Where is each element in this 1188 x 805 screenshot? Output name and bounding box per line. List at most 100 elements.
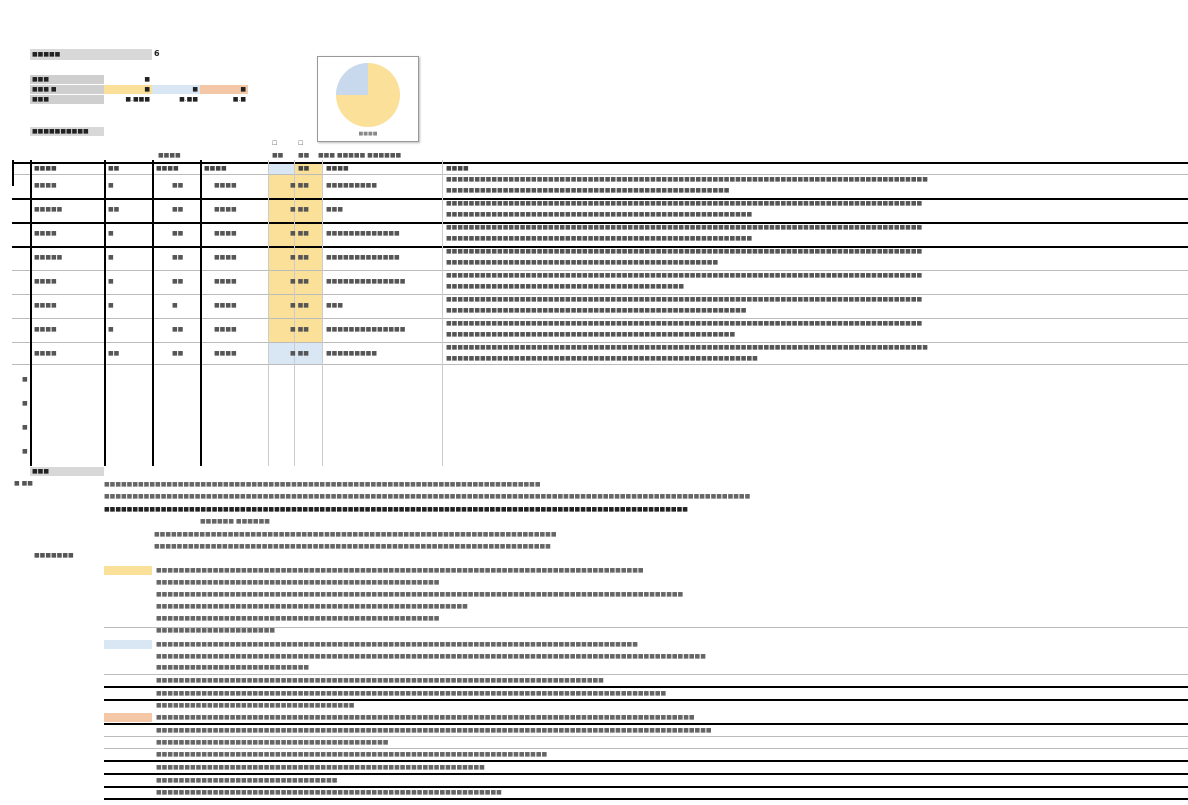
cell-description[interactable]: ■■■■■■■■■■■■■■■■■■■■■■■■■■■■■■■■■■■■■■■■…	[446, 344, 1186, 351]
cell-status[interactable]: ■ ■■	[290, 230, 309, 237]
cell-description[interactable]: ■■■■■■■■■■■■■■■■■■■■■■■■■■■■■■■■■■■■■■■■…	[446, 259, 1186, 266]
cell-description[interactable]: ■■■■■■■■■■■■■■■■■■■■■■■■■■■■■■■■■■■■■■■■…	[446, 283, 1186, 290]
checkbox-icon[interactable]: ☐	[298, 140, 303, 147]
cell-qty[interactable]: ■■	[172, 278, 183, 285]
column-header[interactable]: ■■	[298, 165, 309, 172]
cell-description[interactable]: ■■■■■■■■■■■■■■■■■■■■■■■■■■■■■■■■■■■■■■■■…	[446, 176, 1186, 183]
legend-cell-yellow: ■	[104, 85, 152, 94]
cell-name[interactable]: ■■■■■	[34, 206, 62, 213]
cell-qty[interactable]: ■■	[172, 206, 183, 213]
cell-qty[interactable]: ■■	[172, 254, 183, 261]
cell-status[interactable]: ■ ■■	[290, 302, 309, 309]
checkbox-icon[interactable]: ☐	[272, 140, 277, 147]
cell-name[interactable]: ■■■■■	[34, 254, 62, 261]
legend-row-label: ■■■	[30, 75, 104, 85]
cell-description[interactable]: ■■■■■■■■■■■■■■■■■■■■■■■■■■■■■■■■■■■■■■■■…	[446, 272, 1186, 279]
cell-code[interactable]: ■	[108, 182, 114, 189]
note-line: ■■■■■■■■■■■■■■■■■■■■■■■■■■■■■■■■■■■■■■■■…	[156, 714, 695, 721]
note-line: ■■■■■■■■■■■■■■■■■■■■■■■■■■■■■■■■■■■■■■■■…	[156, 739, 389, 746]
column-header[interactable]: ■■■■	[204, 165, 227, 172]
cell-date[interactable]: ■■■■	[214, 278, 237, 285]
cell-name[interactable]: ■■■■	[34, 278, 57, 285]
legend-cell: ■	[144, 76, 150, 83]
cell-qty[interactable]: ■■	[172, 182, 183, 189]
cell-status[interactable]: ■ ■■	[290, 254, 309, 261]
divider	[104, 686, 1188, 688]
note-line: ■■■■■■■■■■■■■■■■■■■■■■■■■■■■■■■■■■■■■■■■…	[156, 690, 667, 697]
cell-qty[interactable]: ■	[172, 302, 178, 309]
col-border	[200, 160, 202, 466]
cell-description[interactable]: ■■■■■■■■■■■■■■■■■■■■■■■■■■■■■■■■■■■■■■■■…	[446, 211, 1186, 218]
cell-description[interactable]: ■■■■■■■■■■■■■■■■■■■■■■■■■■■■■■■■■■■■■■■■…	[446, 200, 1186, 207]
cell-date[interactable]: ■■■■	[214, 326, 237, 333]
column-header[interactable]: ■■■■	[446, 165, 469, 172]
note-line: ■■■■■■■■■■■■■■■■■■■■■■■■■■■■■■■■■■■■■■■■…	[154, 531, 557, 538]
cell-code[interactable]: ■■	[108, 206, 119, 213]
cell-description[interactable]: ■■■■■■■■■■■■■■■■■■■■■■■■■■■■■■■■■■■■■■■■…	[446, 355, 1186, 362]
cell-date[interactable]: ■■■■	[214, 350, 237, 357]
cell-title[interactable]: ■■■■■■■■■	[326, 350, 438, 357]
cell-date[interactable]: ■■■■	[214, 254, 237, 261]
cell-qty[interactable]: ■■	[172, 230, 183, 237]
cell-description[interactable]: ■■■■■■■■■■■■■■■■■■■■■■■■■■■■■■■■■■■■■■■■…	[446, 224, 1186, 231]
column-header[interactable]: ■■	[108, 165, 119, 172]
cell-status[interactable]: ■ ■■	[290, 326, 309, 333]
cell-description[interactable]: ■■■■■■■■■■■■■■■■■■■■■■■■■■■■■■■■■■■■■■■■…	[446, 187, 1186, 194]
cell-code[interactable]: ■	[108, 254, 114, 261]
cell-description[interactable]: ■■■■■■■■■■■■■■■■■■■■■■■■■■■■■■■■■■■■■■■■…	[446, 331, 1186, 338]
cell-name[interactable]: ■■■■	[34, 350, 57, 357]
legend-cell-orange: ■	[200, 85, 248, 94]
cell-code[interactable]: ■	[108, 302, 114, 309]
cell-title[interactable]: ■■■■■■■■■■■■■	[326, 254, 438, 261]
cell-code[interactable]: ■	[108, 230, 114, 237]
cell-description[interactable]: ■■■■■■■■■■■■■■■■■■■■■■■■■■■■■■■■■■■■■■■■…	[446, 320, 1186, 327]
divider	[104, 798, 1188, 800]
cell-status[interactable]: ■ ■■	[290, 182, 309, 189]
cell-title[interactable]: ■■■■■■■■■■■■■■	[326, 278, 438, 285]
cell-description[interactable]: ■■■■■■■■■■■■■■■■■■■■■■■■■■■■■■■■■■■■■■■■…	[446, 296, 1186, 303]
cell-title[interactable]: ■■■■■■■■■	[326, 182, 438, 189]
cell-name[interactable]: ■■■■	[34, 302, 57, 309]
cell-description[interactable]: ■■■■■■■■■■■■■■■■■■■■■■■■■■■■■■■■■■■■■■■■…	[446, 235, 1186, 242]
cell-date[interactable]: ■■■■	[214, 302, 237, 309]
column-header[interactable]: ■■■■	[34, 165, 57, 172]
cell-qty[interactable]: ■■	[172, 350, 183, 357]
cell-code[interactable]: ■■	[108, 350, 119, 357]
pie-slice-blue	[336, 63, 368, 95]
cell-title[interactable]: ■■■	[326, 206, 438, 213]
note-line: ■■■■■■■■■■■■■■■■■■■■■■■■■■■■■■■■	[156, 777, 338, 784]
note-line: ■■■■■■■■■■■■■■■■■■■■■■■■■■■	[156, 664, 310, 671]
note-line: ■■■■■■■■■■■■■■■■■■■■■■■■■■■■■■■■■■■■■■■■…	[156, 727, 712, 734]
cell-status[interactable]: ■ ■■	[290, 350, 309, 357]
cell-title[interactable]: ■■■	[326, 302, 438, 309]
cell-description[interactable]: ■■■■■■■■■■■■■■■■■■■■■■■■■■■■■■■■■■■■■■■■…	[446, 307, 1186, 314]
legend-row-label: ■■■ ■	[30, 85, 104, 95]
cell-description[interactable]: ■■■■■■■■■■■■■■■■■■■■■■■■■■■■■■■■■■■■■■■■…	[446, 248, 1186, 255]
col-border	[322, 160, 323, 466]
pie-chart: ■■■■	[336, 63, 400, 137]
row-border	[12, 294, 1188, 295]
cell-title[interactable]: ■■■■■■■■■■■■■	[326, 230, 438, 237]
cell-name[interactable]: ■■■■	[34, 326, 57, 333]
cell-date[interactable]: ■■■■	[214, 206, 237, 213]
cell-name[interactable]: ■■■■	[34, 182, 57, 189]
row-marker: ■	[22, 424, 28, 431]
row-border	[12, 162, 1188, 164]
col-border	[268, 160, 269, 466]
cell-qty[interactable]: ■■	[172, 326, 183, 333]
cell-date[interactable]: ■■■■	[214, 182, 237, 189]
column-header[interactable]: ■■■■	[326, 165, 349, 172]
note-line: ■■■■■■■■■■■■■■■■■■■■■■■■■■■■■■■■■■■	[156, 702, 355, 709]
legend-cell: ■.■■	[179, 96, 198, 103]
cell-title[interactable]: ■■■■■■■■■■■■■■	[326, 326, 438, 333]
column-header[interactable]: ■■■■	[156, 165, 179, 172]
col-border	[442, 160, 443, 466]
legend-swatch-blue	[104, 640, 152, 649]
cell-code[interactable]: ■	[108, 278, 114, 285]
cell-date[interactable]: ■■■■	[214, 230, 237, 237]
cell-name[interactable]: ■■■■	[34, 230, 57, 237]
cell-code[interactable]: ■	[108, 326, 114, 333]
pie-chart-card[interactable]: ■■■■	[317, 56, 419, 142]
cell-status[interactable]: ■ ■■	[290, 206, 309, 213]
cell-status[interactable]: ■ ■■	[290, 278, 309, 285]
